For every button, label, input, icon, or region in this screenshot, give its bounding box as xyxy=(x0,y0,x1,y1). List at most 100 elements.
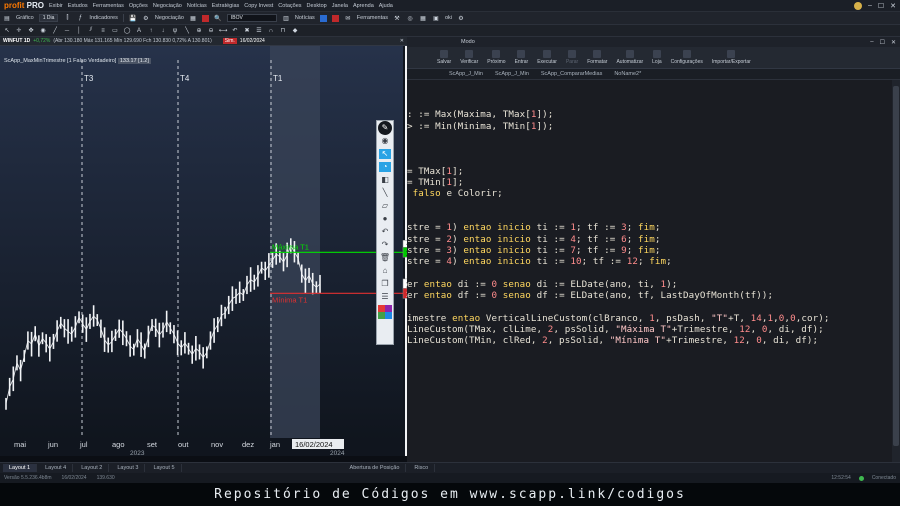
menu-item[interactable]: Copy Invest xyxy=(244,3,273,9)
chart-header-symbol[interactable]: WINFUT 1D xyxy=(3,38,30,44)
eye-icon[interactable]: ◉ xyxy=(39,27,47,35)
editor-tab[interactable]: ScApp_J_Min xyxy=(449,71,483,77)
layers-icon[interactable]: ☰ xyxy=(255,27,263,35)
hline-icon[interactable]: ─ xyxy=(63,27,71,35)
trash-tool-icon[interactable]: 🗑 xyxy=(379,253,391,263)
measure-icon[interactable]: ⟷ xyxy=(219,27,228,35)
grafico-label[interactable]: Gráfico xyxy=(16,15,34,21)
editor-scrollbar[interactable] xyxy=(892,80,900,462)
alert-icon[interactable] xyxy=(201,14,209,22)
menu-item[interactable]: Negociação xyxy=(153,3,182,9)
gear-icon[interactable]: ⚙ xyxy=(457,14,465,22)
minimize-icon[interactable]: – xyxy=(868,2,872,10)
undo-icon[interactable]: ↶ xyxy=(231,27,239,35)
list-tool-icon[interactable]: ☰ xyxy=(379,292,391,302)
help-icon[interactable] xyxy=(853,1,862,10)
news-icon[interactable] xyxy=(319,14,327,22)
ribbon-button[interactable]: Executar xyxy=(537,50,557,65)
noticias-label[interactable]: Notícias xyxy=(295,15,315,21)
ellipse-icon[interactable]: ◯ xyxy=(123,27,131,35)
line-tool-icon[interactable]: ╲ xyxy=(379,188,391,198)
tv-icon[interactable] xyxy=(331,14,339,22)
tools-icon[interactable]: ⚒ xyxy=(393,14,401,22)
layout-tab[interactable]: Layout 2 xyxy=(75,464,110,472)
move-icon[interactable]: ✥ xyxy=(27,27,35,35)
pitchfork-icon[interactable]: ψ xyxy=(171,27,179,35)
ribbon-button[interactable]: Importar/Exportar xyxy=(712,50,751,65)
magnet-icon[interactable]: ∩ xyxy=(267,27,275,35)
lock-tool-icon[interactable]: ⌂ xyxy=(379,266,391,276)
ferramentas-label[interactable]: Ferramentas xyxy=(357,15,388,21)
ribbon-button[interactable]: Parar xyxy=(566,50,578,65)
line-icon[interactable]: ╱ xyxy=(51,27,59,35)
asset-select[interactable]: IBOV xyxy=(226,14,277,22)
chart-close-icon[interactable]: ✕ xyxy=(400,38,404,44)
ribbon-button[interactable]: Entrar xyxy=(515,50,528,65)
editor-close-icon[interactable]: ✕ xyxy=(891,39,896,46)
price-chart[interactable]: 178.343173.653168.963166.618164.273161.9… xyxy=(0,46,407,456)
mail-icon[interactable]: ✉ xyxy=(344,14,352,22)
trash-icon[interactable]: ✖ xyxy=(243,27,251,35)
code-editor[interactable]: : := Max(Maxima, TMax[1]); > := Min(Minim… xyxy=(407,80,892,462)
copy-tool-icon[interactable]: ❐ xyxy=(379,279,391,289)
close-icon[interactable]: ✕ xyxy=(890,2,896,10)
negociacao-label[interactable]: Negociação xyxy=(155,15,184,21)
ribbon-button[interactable]: Próximo xyxy=(487,50,506,65)
undo-tool-icon[interactable]: ↶ xyxy=(379,227,391,237)
layout-tab[interactable]: Layout 5 xyxy=(147,464,182,472)
menu-item[interactable]: Ferramentas xyxy=(93,3,124,9)
menu-item[interactable]: Ajuda xyxy=(379,3,393,9)
panel-tab[interactable]: Risco xyxy=(408,464,436,472)
layout-tab[interactable]: Layout 1 xyxy=(3,464,38,472)
editor-minimize-icon[interactable]: – xyxy=(870,39,873,46)
eye-tool-icon[interactable]: ◉ xyxy=(379,136,391,146)
color-palette[interactable] xyxy=(378,305,392,319)
chart-area[interactable]: 178.343173.653168.963166.618164.273161.9… xyxy=(0,46,407,456)
menu-item[interactable]: Estratégias xyxy=(212,3,240,9)
eraser-tool-icon[interactable]: ◧ xyxy=(379,175,391,185)
lock-icon[interactable]: ⊓ xyxy=(279,27,287,35)
ribbon-button[interactable]: Formatar xyxy=(587,50,607,65)
indicator-icon[interactable]: ƒ xyxy=(76,14,84,22)
ribbon-button[interactable]: Configurações xyxy=(671,50,703,65)
editor-tab[interactable]: NoName2* xyxy=(614,71,641,77)
arrow-up-icon[interactable]: ↑ xyxy=(147,27,155,35)
menu-item[interactable]: Desktop xyxy=(307,3,327,9)
ruler-tool-icon[interactable]: ▱ xyxy=(379,201,391,211)
redo-tool-icon[interactable]: ↷ xyxy=(379,240,391,250)
cursor-icon[interactable]: ↖ xyxy=(3,27,11,35)
chart-icon[interactable]: ▤ xyxy=(3,14,11,22)
settings-icon[interactable]: ⚙ xyxy=(142,14,150,22)
zoom-icon[interactable]: 🔍 xyxy=(214,14,222,22)
fibo-icon[interactable]: ≡ xyxy=(99,27,107,35)
grid-icon[interactable]: ▦ xyxy=(189,14,197,22)
panel-tab[interactable]: Abertura de Posição xyxy=(344,464,407,472)
menu-item[interactable]: Janela xyxy=(332,3,348,9)
ribbon-button[interactable]: Verificar xyxy=(460,50,478,65)
layout-tab[interactable]: Layout 4 xyxy=(39,464,74,472)
menu-item[interactable]: Notícias xyxy=(187,3,207,9)
bars-icon[interactable]: ▥ xyxy=(282,14,290,22)
editor-tab[interactable]: ScApp_CompararMedias xyxy=(541,71,602,77)
arrow-down-icon[interactable]: ↓ xyxy=(159,27,167,35)
menu-item[interactable]: Aprenda xyxy=(353,3,374,9)
timer-tool-icon[interactable]: ◔ xyxy=(379,162,391,172)
channel-icon[interactable]: ⫽ xyxy=(87,27,95,35)
menu-item[interactable]: Opções xyxy=(129,3,148,9)
period-select[interactable]: 1 Dia xyxy=(38,14,59,22)
menu-item[interactable]: Exibir xyxy=(49,3,63,9)
pin-tool-icon[interactable]: ◆ xyxy=(291,27,299,35)
editor-tab[interactable]: ScApp_J_Min xyxy=(495,71,529,77)
zoom-in-icon[interactable]: ⊕ xyxy=(195,27,203,35)
editor-maximize-icon[interactable]: ☐ xyxy=(880,39,885,46)
maximize-icon[interactable]: ☐ xyxy=(878,2,884,10)
user-label[interactable]: oki xyxy=(445,15,452,21)
vline-icon[interactable]: │ xyxy=(75,27,83,35)
indicadores-label[interactable]: Indicadores xyxy=(89,15,117,21)
pin-icon[interactable]: ✎ xyxy=(378,121,392,135)
save-icon[interactable]: 💾 xyxy=(129,14,137,22)
candle-icon[interactable]: ⫿ xyxy=(63,14,71,22)
calendar-icon[interactable]: ▣ xyxy=(432,14,440,22)
ribbon-button[interactable]: Salvar xyxy=(437,50,451,65)
ribbon-button[interactable]: Loja xyxy=(652,50,662,65)
